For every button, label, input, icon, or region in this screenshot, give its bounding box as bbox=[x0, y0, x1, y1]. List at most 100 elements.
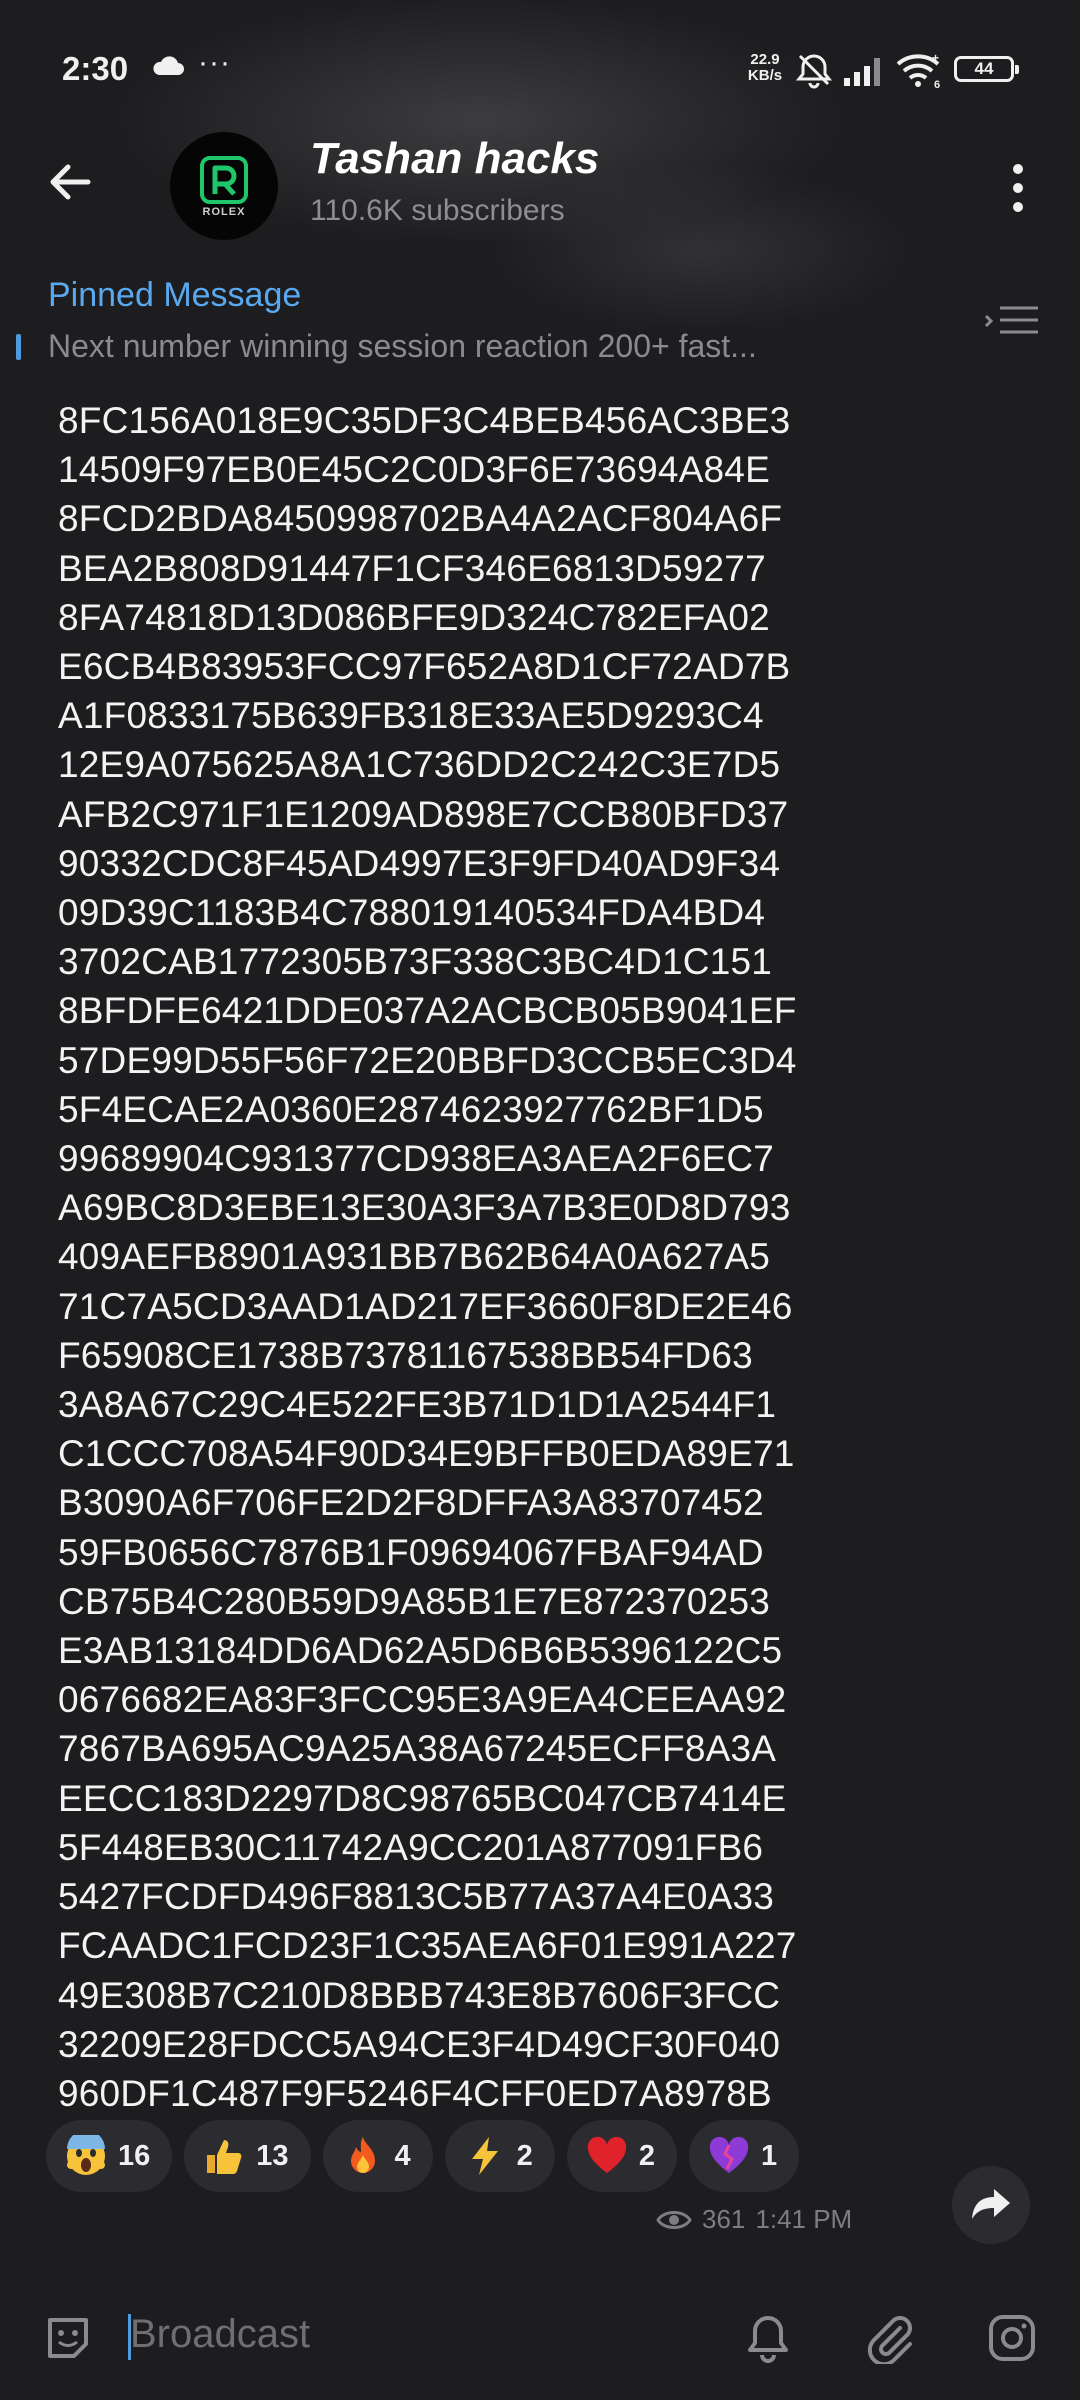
bottom-input-bar: Broadcast bbox=[0, 2280, 1080, 2400]
message-line: 49E308B7C210D8BBB743E8B7606F3FCC bbox=[58, 1974, 781, 2016]
broadcast-input[interactable]: Broadcast bbox=[130, 2312, 310, 2357]
paperclip-icon bbox=[867, 2316, 912, 2364]
message-line: 960DF1C487F9F5246F4CFF0ED7A8978B bbox=[58, 2072, 772, 2114]
message-line: 14509F97EB0E45C2C0D3F6E73694A84E bbox=[58, 449, 770, 491]
message-line: 7867BA695AC9A25A38A67245ECFF8A3A bbox=[58, 1728, 777, 1770]
message-line: 09D39C1183B4C788019140534FDA4BD4 bbox=[58, 892, 766, 934]
message-line: 8FA74818D13D086BFE9D324C782EFA02 bbox=[58, 596, 770, 638]
more-notifications-icon: ··· bbox=[198, 46, 231, 79]
reaction-chip[interactable]: 13 bbox=[184, 2120, 311, 2192]
message-line: 8FCD2BDA8450998702BA4A2ACF804A6F bbox=[58, 498, 783, 540]
message-line: 409AEFB8901A931BB7B62B64A0A627A5 bbox=[58, 1236, 771, 1278]
message-line: B3090A6F706FE2D2F8DFFA3A83707452 bbox=[58, 1482, 764, 1524]
more-options-button[interactable] bbox=[994, 158, 1042, 218]
message-time: 1:41 PM bbox=[755, 2204, 853, 2234]
pinned-indicator bbox=[16, 334, 21, 360]
emoji-button[interactable] bbox=[36, 2306, 100, 2370]
rolex-logo-icon bbox=[200, 156, 248, 204]
cloud-icon bbox=[153, 56, 184, 75]
message-line: CB75B4C280B59D9A85B1E7E872370253 bbox=[58, 1580, 771, 1622]
message-line: 57DE99D55F56F72E20BBFD3CCB5EC3D4 bbox=[58, 1039, 797, 1081]
pinned-message-bar[interactable]: Pinned Message Next number winning sessi… bbox=[0, 270, 1080, 370]
lightning-emoji-icon bbox=[463, 2134, 507, 2178]
reaction-count: 2 bbox=[638, 2139, 655, 2172]
message-line: C1CCC708A54F90D34E9BFFB0EDA89E71 bbox=[58, 1433, 795, 1475]
reaction-chip[interactable]: 4 bbox=[322, 2120, 433, 2192]
reaction-count: 4 bbox=[394, 2139, 411, 2172]
message-line: 12E9A075625A8A1C736DD2C242C3E7D5 bbox=[58, 744, 781, 786]
fire-emoji-icon bbox=[341, 2134, 385, 2178]
bell-icon bbox=[748, 2316, 788, 2363]
broken-heart-emoji-icon bbox=[707, 2134, 751, 2178]
message-line: 8BFDFE6421DDE037A2ACBCB05B9041EF bbox=[58, 990, 797, 1032]
message-line: 99689904C931377CD938EA3AEA2F6EC7 bbox=[58, 1138, 775, 1180]
heart-emoji-icon bbox=[585, 2134, 629, 2178]
arrow-left-icon bbox=[50, 164, 91, 200]
svg-text:+: + bbox=[932, 51, 939, 65]
telegram-channel-screen: 2:30 ··· 22.9 KB/s + 6 44 ROLEX Tashan h… bbox=[0, 0, 1080, 2400]
network-speed-value: 22.9 bbox=[750, 51, 780, 68]
reaction-chip[interactable]: 2 bbox=[566, 2120, 677, 2192]
scream-emoji-icon bbox=[64, 2134, 108, 2178]
message-line: A1F0833175B639FB318E33AE5D9293C4 bbox=[58, 695, 764, 737]
channel-avatar[interactable]: ROLEX bbox=[170, 132, 278, 240]
message-line: AFB2C971F1E1209AD898E7CCB80BFD37 bbox=[58, 793, 789, 835]
message-line: E3AB13184DD6AD62A5D6B6B5396122C5 bbox=[58, 1630, 783, 1672]
camera-icon bbox=[989, 2315, 1035, 2361]
message-line: 5F448EB30C11742A9CC201A877091FB6 bbox=[58, 1826, 764, 1868]
reaction-count: 1 bbox=[760, 2139, 778, 2172]
message-line: 5427FCDFD496F8813C5B77A37A4E0A33 bbox=[58, 1876, 775, 1918]
eye-icon bbox=[656, 2210, 692, 2229]
thumbs-up-emoji-icon bbox=[202, 2134, 246, 2178]
reaction-count: 16 bbox=[118, 2139, 151, 2172]
message-line: 0676682EA83F3FCC95E3A9EA4CEEAA92 bbox=[58, 1679, 787, 1721]
battery-icon: 44 bbox=[954, 56, 1019, 82]
message-text: 8FC156A018E9C35DF3C4BEB456AC3BE3 14509F97… bbox=[58, 396, 958, 2118]
message-meta: 361 1:41 PM bbox=[656, 2204, 852, 2235]
message-line: BEA2B808D91447F1CF346E6813D59277 bbox=[58, 547, 766, 589]
reaction-chip[interactable]: 2 bbox=[444, 2120, 555, 2192]
message-line: 3A8A67C29C4E522FE3B71D1D1A2544F1 bbox=[58, 1384, 777, 1426]
channel-title[interactable]: Tashan hacks bbox=[310, 134, 599, 184]
reaction-chip[interactable]: 1 bbox=[688, 2120, 800, 2192]
subscriber-count: 110.6K subscribers bbox=[310, 194, 565, 227]
back-button[interactable] bbox=[38, 150, 102, 214]
status-time: 2:30 bbox=[62, 50, 129, 87]
status-bar: 2:30 ··· 22.9 KB/s + 6 44 bbox=[0, 44, 1080, 96]
signal-icon bbox=[844, 58, 880, 86]
attach-button[interactable] bbox=[858, 2306, 922, 2370]
svg-text:6: 6 bbox=[934, 79, 940, 90]
notifications-button[interactable] bbox=[736, 2306, 800, 2370]
share-button[interactable] bbox=[952, 2166, 1030, 2244]
reaction-count: 13 bbox=[256, 2139, 289, 2172]
message-line: 90332CDC8F45AD4997E3F9FD40AD9F34 bbox=[58, 842, 781, 884]
message-line: 5F4ECAE2A0360E2874623927762BF1D5 bbox=[58, 1088, 764, 1130]
menu-dot bbox=[1013, 202, 1023, 212]
alarm-off-icon bbox=[795, 54, 833, 89]
pinned-title: Pinned Message bbox=[48, 276, 302, 314]
network-speed-unit: KB/s bbox=[747, 67, 783, 84]
wifi-icon: + 6 bbox=[896, 51, 940, 90]
message-line: 8FC156A018E9C35DF3C4BEB456AC3BE3 bbox=[58, 400, 791, 441]
message-line: F65908CE1738B73781167538BB54FD63 bbox=[58, 1334, 753, 1376]
menu-dot bbox=[1013, 164, 1023, 174]
menu-dot bbox=[1013, 183, 1023, 193]
message-line: A69BC8D3EBE13E30A3F3A7B3E0D8D793 bbox=[58, 1187, 791, 1229]
pinned-preview-text: Next number winning session reaction 200… bbox=[48, 328, 757, 364]
avatar-caption: ROLEX bbox=[202, 206, 246, 218]
sticker-smile-icon bbox=[48, 2318, 88, 2358]
camera-button[interactable] bbox=[980, 2306, 1044, 2370]
reaction-count: 2 bbox=[516, 2139, 533, 2172]
message-line: 32209E28FDCC5A94CE3F4D49CF30F040 bbox=[58, 2023, 781, 2065]
view-count: 361 bbox=[702, 2204, 746, 2234]
reactions-row: 16 13 4 2 2 1 bbox=[46, 2120, 800, 2192]
channel-header: ROLEX Tashan hacks 110.6K subscribers bbox=[0, 120, 1080, 250]
pinned-list-icon[interactable] bbox=[980, 300, 1044, 340]
message-line: FCAADC1FCD23F1C35AEA6F01E991A227 bbox=[58, 1925, 797, 1967]
message-line: 59FB0656C7876B1F09694067FBAF94AD bbox=[58, 1531, 764, 1573]
message-line: EECC183D2297D8C98765BC047CB7414E bbox=[58, 1777, 787, 1819]
share-arrow-icon bbox=[972, 2189, 1010, 2219]
message-line: E6CB4B83953FCC97F652A8D1CF72AD7B bbox=[58, 646, 791, 688]
message-line: 3702CAB1772305B73F338C3BC4D1C151 bbox=[58, 941, 773, 983]
reaction-chip[interactable]: 16 bbox=[46, 2120, 173, 2192]
